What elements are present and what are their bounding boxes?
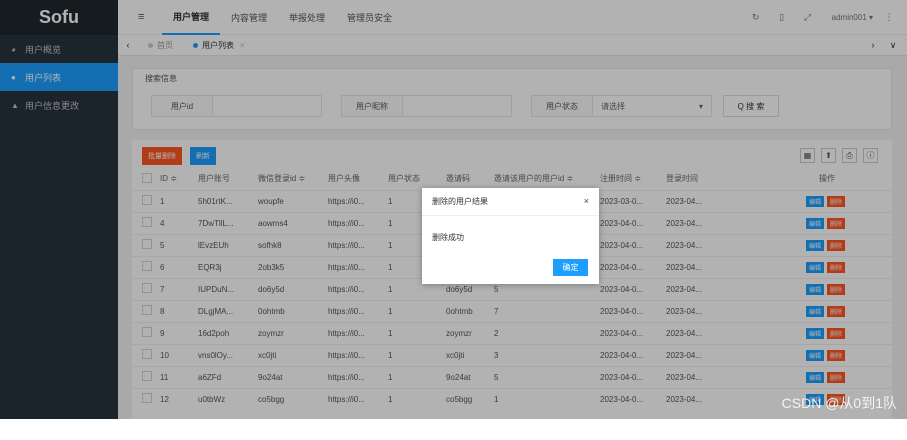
watermark: CSDN @从0到1队 [782,393,897,413]
close-icon[interactable]: × [584,196,589,206]
dialog-title: 删除的用户结果 [422,188,599,216]
result-dialog: 删除的用户结果 × 删除成功 确定 [422,188,599,284]
dialog-message: 删除成功 [422,216,599,243]
confirm-button[interactable]: 确定 [553,259,588,276]
